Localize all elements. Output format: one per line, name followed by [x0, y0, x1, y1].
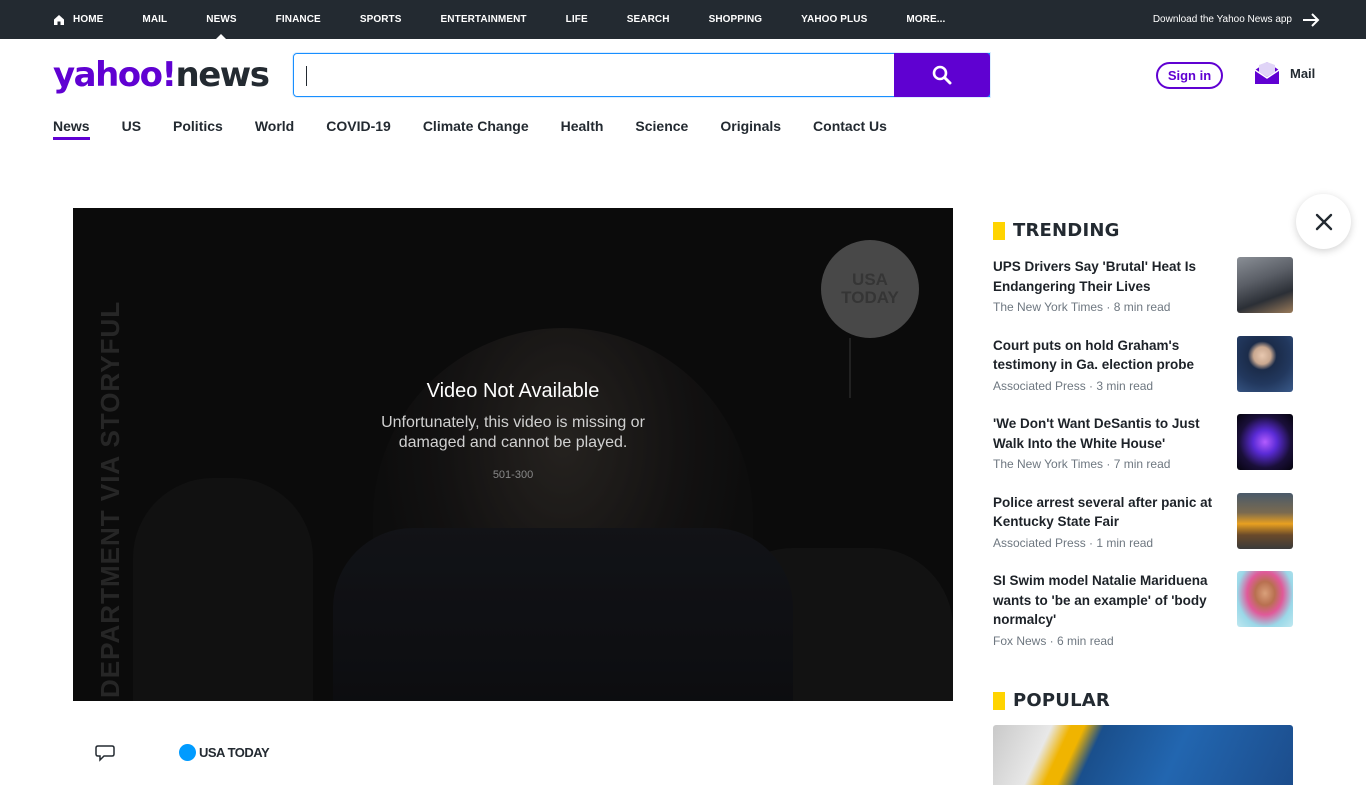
video-player[interactable]: USA TODAY DEPARTMENT VIA STORYFUL Video … [73, 208, 953, 701]
trending-item-time: 8 min read [1113, 300, 1171, 314]
yahoo-news-logo[interactable]: yahoo! news [53, 55, 270, 95]
topnav-yahoo-plus[interactable]: YAHOO PLUS [801, 0, 867, 39]
search-icon [932, 65, 952, 85]
subnav-climate-change[interactable]: Climate Change [423, 118, 529, 142]
sign-in-button[interactable]: Sign in [1156, 62, 1223, 89]
trending-item-title: 'We Don't Want DeSantis to Just Walk Int… [993, 416, 1200, 451]
trending-item-source: Fox News [993, 633, 1047, 648]
article-meta-bar: USA TODAY [73, 740, 953, 768]
topnav-entertainment[interactable]: ENTERTAINMENT [441, 0, 527, 39]
search-box [293, 53, 990, 97]
trending-thumbnail [1237, 335, 1293, 392]
trending-item-time: 7 min read [1113, 457, 1171, 471]
text-cursor [306, 66, 307, 86]
topnav-more[interactable]: MORE... [906, 0, 945, 39]
trending-thumbnail [1237, 257, 1293, 313]
popular-thumbnail[interactable] [993, 725, 1293, 785]
popular-heading: POPULAR [993, 690, 1110, 711]
trending-title: TRENDING [1013, 220, 1120, 241]
trending-accent-bar [993, 221, 1005, 240]
topnav-life[interactable]: LIFE [566, 0, 588, 39]
topnav-news[interactable]: NEWS [206, 0, 237, 40]
subnav-us[interactable]: US [122, 118, 141, 142]
trending-item-time: 3 min read [1096, 378, 1154, 393]
trending-item-source: Associated Press [993, 535, 1086, 550]
download-app-label: Download the Yahoo News app [1152, 14, 1292, 25]
trending-item[interactable]: SI Swim model Natalie Mariduena wants to… [993, 571, 1293, 669]
trending-thumbnail [1237, 492, 1293, 549]
topnav-home[interactable]: HOME [53, 0, 103, 39]
search-input[interactable] [294, 54, 894, 96]
trending-item[interactable]: Police arrest several after panic at Ken… [993, 492, 1293, 572]
topnav-finance[interactable]: FINANCE [276, 0, 321, 39]
download-app-link[interactable]: Download the Yahoo News app [1153, 0, 1320, 39]
close-button[interactable] [1296, 194, 1351, 249]
logo-brand: yahoo! [53, 55, 177, 95]
trending-item-source: The New York Times [993, 457, 1104, 471]
trending-thumbnail [1237, 571, 1293, 627]
arrow-right-icon [1303, 12, 1320, 27]
trending-item-time: 1 min read [1096, 535, 1154, 550]
comment-icon[interactable] [95, 744, 115, 762]
mail-icon [1254, 62, 1280, 84]
section-nav: News US Politics World COVID-19 Climate … [53, 118, 919, 142]
subnav-news[interactable]: News [53, 118, 90, 142]
usa-today-logo[interactable]: USA TODAY [179, 744, 270, 761]
close-icon [1315, 213, 1332, 230]
home-icon [54, 14, 64, 25]
video-error-text: Unfortunately, this video is missing or … [368, 413, 658, 453]
video-error-message: Video Not Available Unfortunately, this … [73, 380, 953, 481]
popular-accent-bar [993, 691, 1005, 710]
trending-item[interactable]: UPS Drivers Say 'Brutal' Heat Is Endange… [993, 257, 1293, 336]
trending-heading: TRENDING [993, 220, 1120, 241]
topnav-sports[interactable]: SPORTS [360, 0, 402, 39]
topnav-mail[interactable]: MAIL [142, 0, 167, 39]
trending-item[interactable]: Court puts on hold Graham's testimony in… [993, 335, 1293, 415]
mail-label: Mail [1290, 65, 1316, 81]
trending-thumbnail [1237, 414, 1293, 470]
trending-item-title: SI Swim model Natalie Mariduena wants to… [993, 573, 1208, 627]
video-error-body: Unfortunately, this video is missing or … [381, 414, 645, 451]
video-error-title: Video Not Available [426, 380, 600, 402]
trending-item-title: Police arrest several after panic at Ken… [993, 494, 1213, 530]
usa-today-dot [179, 744, 196, 761]
search-button[interactable] [894, 53, 990, 97]
subnav-covid[interactable]: COVID-19 [326, 118, 391, 142]
subnav-health[interactable]: Health [561, 118, 604, 142]
trending-item[interactable]: 'We Don't Want DeSantis to Just Walk Int… [993, 414, 1293, 493]
subnav-science[interactable]: Science [635, 118, 688, 142]
trending-item-meta: Fox News · 6 min read [993, 633, 1114, 648]
trending-item-title: UPS Drivers Say 'Brutal' Heat Is Endange… [993, 259, 1197, 294]
subnav-politics[interactable]: Politics [173, 118, 223, 142]
top-nav: HOME MAIL NEWS FINANCE SPORTS ENTERTAINM… [53, 0, 984, 40]
topnav-shopping[interactable]: SHOPPING [709, 0, 763, 39]
subnav-world[interactable]: World [255, 118, 294, 142]
subnav-originals[interactable]: Originals [720, 118, 781, 142]
trending-item-time: 6 min read [1057, 633, 1114, 648]
trending-item-source: Associated Press [993, 378, 1086, 393]
popular-title: POPULAR [1013, 690, 1110, 711]
top-bar: HOME MAIL NEWS FINANCE SPORTS ENTERTAINM… [0, 0, 1366, 40]
mail-link[interactable]: Mail [1254, 61, 1315, 85]
trending-list: UPS Drivers Say 'Brutal' Heat Is Endange… [993, 257, 1293, 669]
usa-today-label: USA TODAY [199, 745, 270, 760]
topnav-search[interactable]: SEARCH [627, 0, 670, 39]
trending-item-source: The New York Times [993, 300, 1104, 314]
logo-section: news [175, 55, 270, 95]
trending-item-title: Court puts on hold Graham's testimony in… [993, 337, 1195, 373]
video-error-code: 501-300 [492, 469, 534, 481]
topnav-home-label: HOME [73, 14, 104, 25]
subnav-contact-us[interactable]: Contact Us [813, 118, 887, 142]
